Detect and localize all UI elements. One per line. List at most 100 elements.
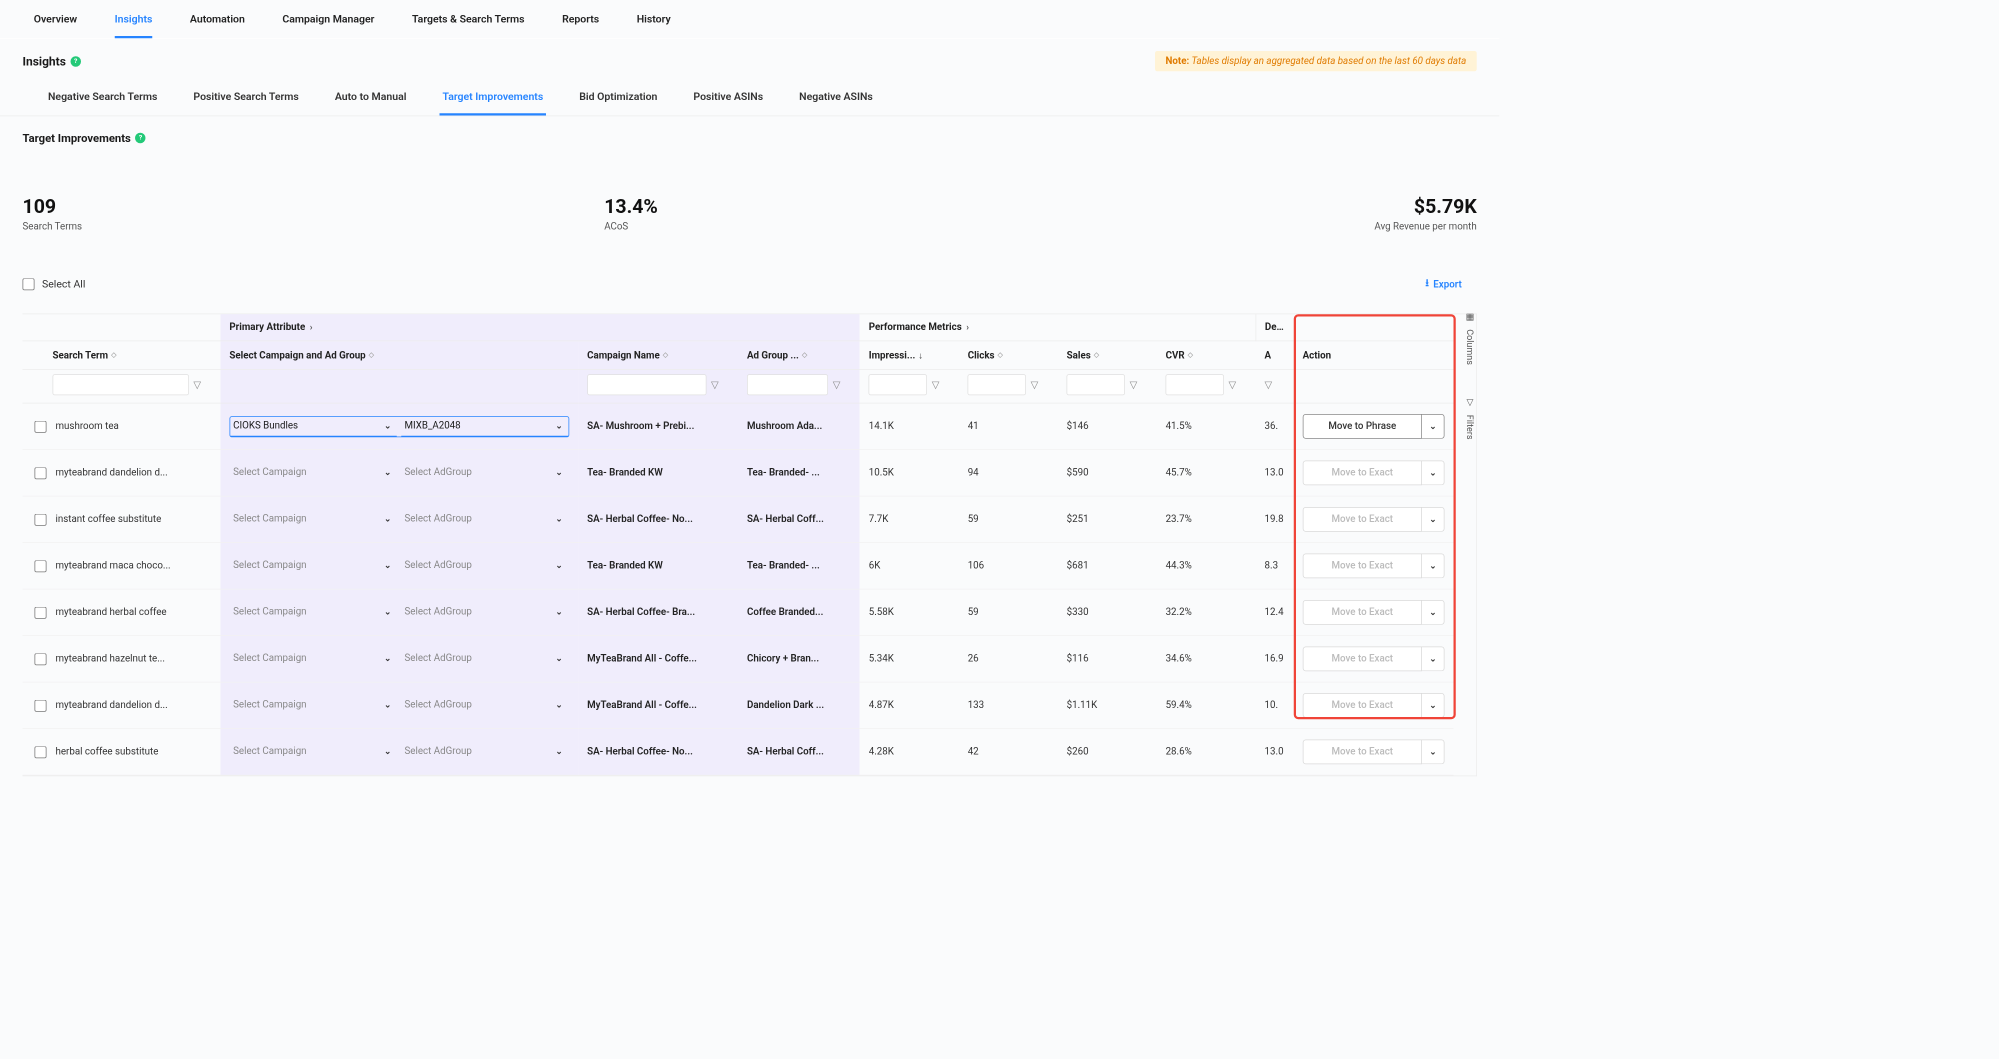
- row-checkbox[interactable]: [35, 467, 47, 479]
- main-tab-targets-search-terms[interactable]: Targets & Search Terms: [412, 8, 525, 39]
- col-sales[interactable]: Sales◇: [1058, 341, 1157, 370]
- metric-a: 8.3: [1256, 543, 1294, 590]
- row-checkbox[interactable]: [35, 513, 47, 525]
- group-derived-metrics[interactable]: Derived Metrics›: [1256, 314, 1294, 341]
- action-button[interactable]: Move to Exact: [1303, 740, 1422, 765]
- col-search-term[interactable]: Search Term◇: [23, 341, 221, 370]
- columns-button[interactable]: ▦Columns: [1463, 307, 1477, 370]
- filter-adgroup-input[interactable]: [747, 374, 828, 395]
- select-all[interactable]: Select All: [23, 278, 86, 290]
- filter-impressions-input[interactable]: [869, 374, 927, 395]
- action-dropdown[interactable]: ⌄: [1422, 647, 1445, 672]
- select-adgroup-dropdown[interactable]: Select AdGroup⌄: [402, 463, 569, 483]
- select-adgroup-dropdown[interactable]: Select AdGroup⌄: [402, 696, 569, 716]
- select-campaign-dropdown[interactable]: Select Campaign⌄: [230, 742, 397, 762]
- metric-clicks: 59: [959, 589, 1058, 636]
- action-dropdown[interactable]: ⌄: [1422, 554, 1445, 579]
- help-icon[interactable]: ?: [70, 56, 81, 67]
- select-campaign-dropdown[interactable]: Select Campaign⌄: [230, 463, 397, 483]
- sub-tab-negative-search-terms[interactable]: Negative Search Terms: [45, 85, 160, 116]
- row-checkbox[interactable]: [35, 560, 47, 572]
- select-campaign-dropdown[interactable]: Select Campaign⌄: [230, 649, 397, 669]
- filter-icon[interactable]: ▽: [1229, 379, 1237, 390]
- group-primary-attribute[interactable]: Primary Attribute›: [220, 314, 859, 341]
- action-button[interactable]: Move to Exact: [1303, 554, 1422, 579]
- sub-tab-auto-to-manual[interactable]: Auto to Manual: [332, 85, 410, 116]
- export-button[interactable]: ⭳ Export: [1425, 276, 1461, 293]
- filter-icon[interactable]: ▽: [833, 379, 841, 390]
- action-button[interactable]: Move to Phrase: [1303, 414, 1422, 439]
- main-tab-insights[interactable]: Insights: [115, 8, 153, 39]
- action-button[interactable]: Move to Exact: [1303, 600, 1422, 625]
- select-adgroup-dropdown[interactable]: Select AdGroup⌄: [402, 556, 569, 576]
- main-tab-overview[interactable]: Overview: [34, 8, 77, 39]
- metric-cvr: 34.6%: [1157, 636, 1256, 683]
- action-button[interactable]: Move to Exact: [1303, 647, 1422, 672]
- filter-sales-input[interactable]: [1067, 374, 1125, 395]
- note-text: Tables display an aggregated data based …: [1191, 56, 1466, 67]
- col-campaign-name[interactable]: Campaign Name◇: [578, 341, 738, 370]
- group-performance-metrics[interactable]: Performance Metrics›: [860, 314, 1256, 341]
- main-tab-automation[interactable]: Automation: [190, 8, 245, 39]
- filter-icon[interactable]: ▽: [1265, 379, 1273, 390]
- action-dropdown[interactable]: ⌄: [1422, 414, 1445, 439]
- col-ad-group[interactable]: Ad Group ...◇: [738, 341, 860, 370]
- filter-icon[interactable]: ▽: [711, 379, 719, 390]
- chevron-down-icon: ⌄: [384, 746, 391, 756]
- select-adgroup-dropdown[interactable]: Select AdGroup⌄: [402, 649, 569, 669]
- select-adgroup-dropdown[interactable]: MIXB_A2048⌄: [402, 417, 569, 437]
- action-button[interactable]: Move to Exact: [1303, 693, 1422, 718]
- filter-cvr-input[interactable]: [1166, 374, 1224, 395]
- select-campaign-dropdown[interactable]: Select Campaign⌄: [230, 556, 397, 576]
- action-dropdown[interactable]: ⌄: [1422, 507, 1445, 532]
- select-adgroup-dropdown[interactable]: Select AdGroup⌄: [402, 510, 569, 530]
- filter-icon[interactable]: ▽: [1031, 379, 1039, 390]
- col-clicks[interactable]: Clicks◇: [959, 341, 1058, 370]
- action-dropdown[interactable]: ⌄: [1422, 600, 1445, 625]
- filter-clicks-input[interactable]: [968, 374, 1026, 395]
- column-header-row: Search Term◇ Select Campaign and Ad Grou…: [23, 341, 1454, 370]
- filter-icon[interactable]: ▽: [193, 379, 201, 390]
- sub-tab-negative-asins[interactable]: Negative ASINs: [796, 85, 876, 116]
- filters-button[interactable]: ▽Filters: [1463, 392, 1477, 444]
- data-table: Primary Attribute› Performance Metrics› …: [23, 314, 1454, 775]
- row-checkbox[interactable]: [35, 699, 47, 711]
- action-button[interactable]: Move to Exact: [1303, 461, 1422, 486]
- sub-tab-positive-asins[interactable]: Positive ASINs: [690, 85, 766, 116]
- sub-tab-positive-search-terms[interactable]: Positive Search Terms: [190, 85, 301, 116]
- action-button[interactable]: Move to Exact: [1303, 507, 1422, 532]
- col-select-campaign[interactable]: Select Campaign and Ad Group◇: [220, 341, 578, 370]
- select-campaign-dropdown[interactable]: CIOKS Bundles⌄: [230, 417, 397, 437]
- action-dropdown[interactable]: ⌄: [1422, 693, 1445, 718]
- select-adgroup-dropdown[interactable]: Select AdGroup⌄: [402, 742, 569, 762]
- action-dropdown[interactable]: ⌄: [1422, 740, 1445, 765]
- chevron-down-icon: ⌄: [1429, 422, 1436, 432]
- select-all-checkbox[interactable]: [23, 278, 35, 290]
- row-checkbox[interactable]: [35, 606, 47, 618]
- select-campaign-dropdown[interactable]: Select Campaign⌄: [230, 510, 397, 530]
- row-checkbox[interactable]: [35, 420, 47, 432]
- sort-down-icon: ↓: [918, 350, 923, 361]
- sub-tab-target-improvements[interactable]: Target Improvements: [439, 85, 546, 116]
- row-checkbox[interactable]: [35, 746, 47, 758]
- row-checkbox[interactable]: [35, 653, 47, 665]
- filter-search-term-input[interactable]: [53, 374, 189, 395]
- main-tab-history[interactable]: History: [637, 8, 671, 39]
- main-tab-reports[interactable]: Reports: [562, 8, 599, 39]
- metric-a: 13.0: [1256, 450, 1294, 497]
- col-cvr[interactable]: CVR◇: [1157, 341, 1256, 370]
- help-icon[interactable]: ?: [135, 133, 146, 144]
- main-tab-campaign-manager[interactable]: Campaign Manager: [282, 8, 374, 39]
- filter-campaign-input[interactable]: [587, 374, 706, 395]
- select-campaign-dropdown[interactable]: Select Campaign⌄: [230, 603, 397, 623]
- campaign-name-text: Tea- Branded KW: [587, 560, 729, 571]
- select-campaign-dropdown[interactable]: Select Campaign⌄: [230, 696, 397, 716]
- action-dropdown[interactable]: ⌄: [1422, 461, 1445, 486]
- filter-icon[interactable]: ▽: [932, 379, 940, 390]
- col-impressions[interactable]: Impressi...↓: [860, 341, 959, 370]
- select-adgroup-dropdown[interactable]: Select AdGroup⌄: [402, 603, 569, 623]
- filter-icon[interactable]: ▽: [1130, 379, 1138, 390]
- sub-tab-bid-optimization[interactable]: Bid Optimization: [576, 85, 660, 116]
- col-a[interactable]: A: [1256, 341, 1294, 370]
- table-row: myteabrand dandelion d... Select Campaig…: [23, 450, 1454, 497]
